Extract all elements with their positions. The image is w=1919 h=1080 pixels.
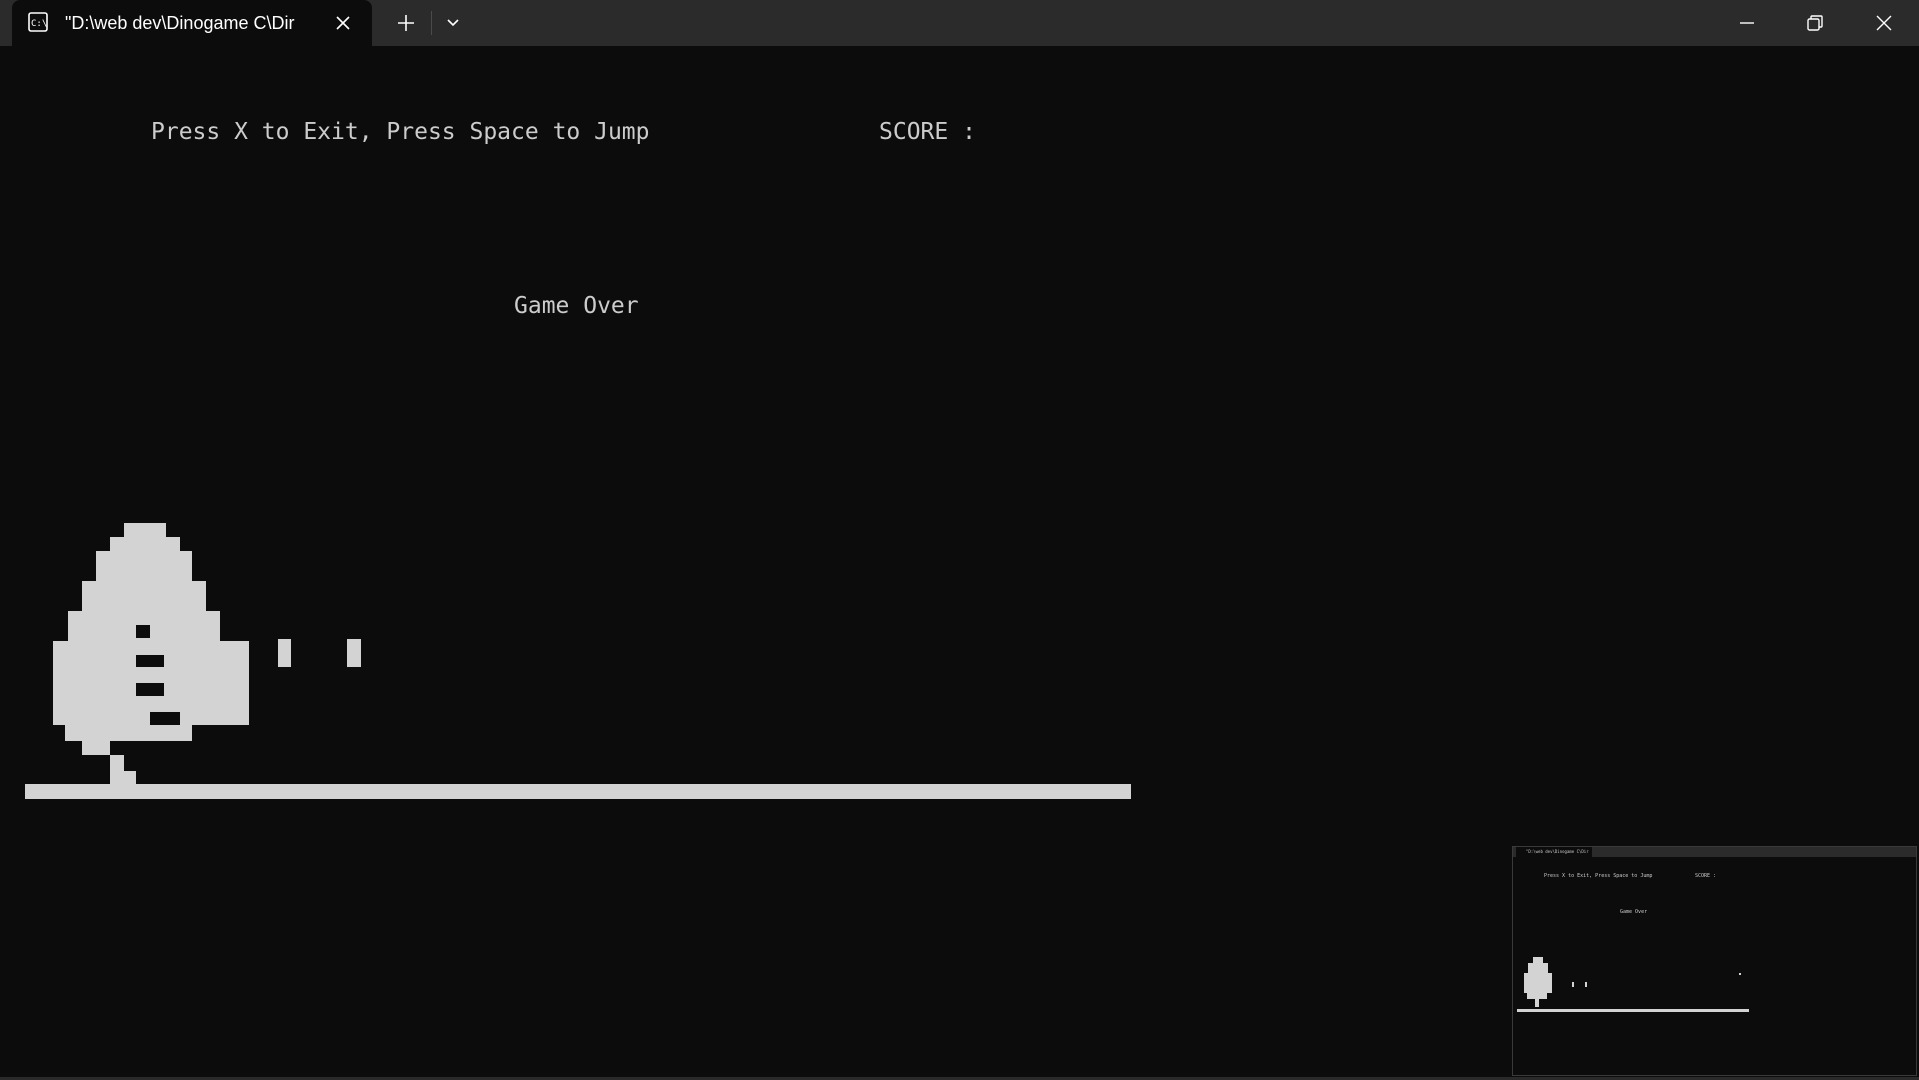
terminal-tab[interactable]: C:\ "D:\web dev\Dinogame C\Dir xyxy=(12,0,372,46)
svg-text:C:\: C:\ xyxy=(31,19,47,29)
thumbnail-scene xyxy=(1517,957,1749,1012)
restore-icon xyxy=(1807,15,1823,31)
title-bar: C:\ "D:\web dev\Dinogame C\Dir xyxy=(0,0,1919,46)
window-thumbnail[interactable]: "D:\web dev\Dinogame C\Dir Press X to Ex… xyxy=(1512,846,1917,1076)
ground-line xyxy=(25,784,1131,799)
tab-title: "D:\web dev\Dinogame C\Dir xyxy=(65,13,295,33)
tab-separator xyxy=(431,11,432,35)
close-icon xyxy=(1876,15,1892,31)
chevron-down-icon[interactable] xyxy=(441,11,465,35)
dino-sprite xyxy=(53,523,249,785)
terminal-icon: C:\ xyxy=(28,12,48,32)
minimize-button[interactable] xyxy=(1713,0,1781,46)
restore-button[interactable] xyxy=(1781,0,1849,46)
minimize-icon xyxy=(1740,22,1754,24)
obstacle-block xyxy=(347,639,361,667)
close-window-button[interactable] xyxy=(1850,0,1918,46)
close-tab-icon[interactable] xyxy=(332,12,354,34)
obstacle-block xyxy=(278,639,291,667)
plus-icon[interactable] xyxy=(394,11,418,35)
